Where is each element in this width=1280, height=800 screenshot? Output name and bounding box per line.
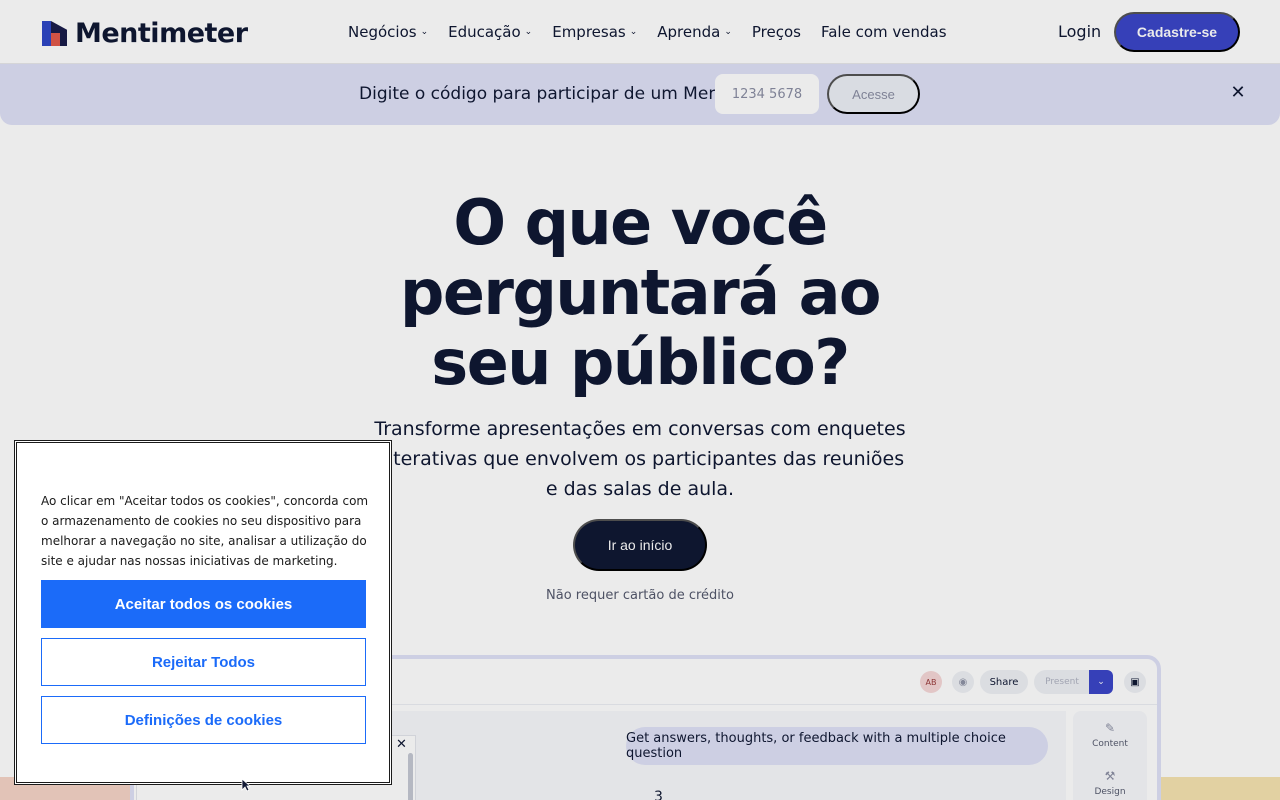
- reject-all-cookies-button[interactable]: Rejeitar Todos: [41, 638, 366, 686]
- cookie-settings-button[interactable]: Definições de cookies: [41, 696, 366, 744]
- cookie-text: Ao clicar em "Aceitar todos os cookies",…: [41, 494, 369, 568]
- accept-all-cookies-button[interactable]: Aceitar todos os cookies: [41, 580, 366, 628]
- mouse-cursor-icon: [241, 778, 251, 792]
- cookie-consent-dialog: Ao clicar em "Aceitar todos os cookies",…: [16, 442, 390, 783]
